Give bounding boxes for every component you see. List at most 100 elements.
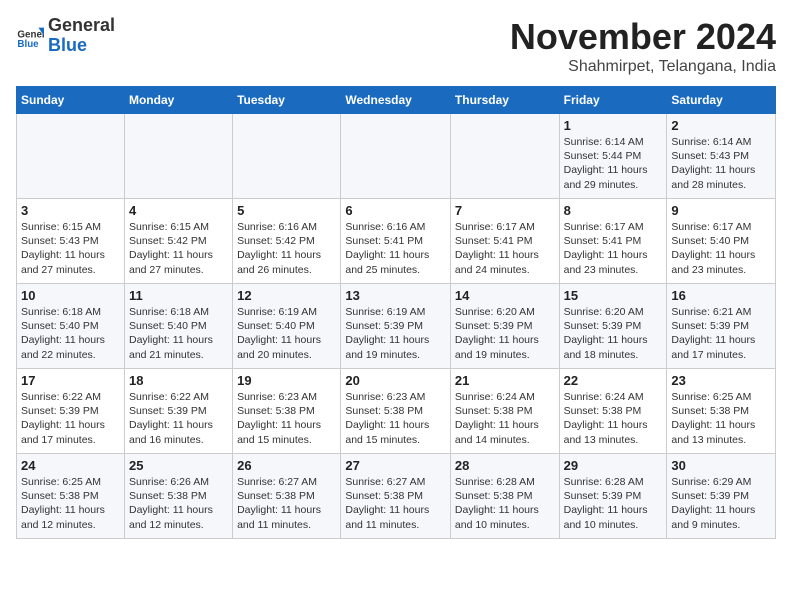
day-number: 27: [345, 458, 446, 473]
day-detail: Sunrise: 6:18 AM Sunset: 5:40 PM Dayligh…: [21, 305, 120, 362]
header-wednesday: Wednesday: [341, 87, 451, 114]
day-number: 19: [237, 373, 336, 388]
calendar-cell: 28 Sunrise: 6:28 AM Sunset: 5:38 PM Dayli…: [450, 454, 559, 539]
day-detail: Sunrise: 6:25 AM Sunset: 5:38 PM Dayligh…: [21, 475, 120, 532]
calendar-week-5: 24 Sunrise: 6:25 AM Sunset: 5:38 PM Dayli…: [17, 454, 776, 539]
day-number: 12: [237, 288, 336, 303]
logo-blue: Blue: [48, 35, 87, 55]
day-number: 8: [564, 203, 663, 218]
header-row: Sunday Monday Tuesday Wednesday Thursday…: [17, 87, 776, 114]
day-detail: Sunrise: 6:14 AM Sunset: 5:44 PM Dayligh…: [564, 135, 663, 192]
day-detail: Sunrise: 6:25 AM Sunset: 5:38 PM Dayligh…: [671, 390, 771, 447]
day-detail: Sunrise: 6:15 AM Sunset: 5:43 PM Dayligh…: [21, 220, 120, 277]
calendar-cell: 1Sunrise: 6:14 AM Sunset: 5:44 PM Daylig…: [559, 114, 667, 199]
day-detail: Sunrise: 6:21 AM Sunset: 5:39 PM Dayligh…: [671, 305, 771, 362]
day-detail: Sunrise: 6:24 AM Sunset: 5:38 PM Dayligh…: [455, 390, 555, 447]
calendar-cell: 3 Sunrise: 6:15 AM Sunset: 5:43 PM Daylig…: [17, 199, 125, 284]
calendar-cell: 29 Sunrise: 6:28 AM Sunset: 5:39 PM Dayli…: [559, 454, 667, 539]
day-detail: Sunrise: 6:29 AM Sunset: 5:39 PM Dayligh…: [671, 475, 771, 532]
day-detail: Sunrise: 6:19 AM Sunset: 5:40 PM Dayligh…: [237, 305, 336, 362]
calendar-cell: 7Sunrise: 6:17 AM Sunset: 5:41 PM Daylig…: [450, 199, 559, 284]
calendar-cell: 9 Sunrise: 6:17 AM Sunset: 5:40 PM Daylig…: [667, 199, 776, 284]
calendar-week-3: 10 Sunrise: 6:18 AM Sunset: 5:40 PM Dayli…: [17, 284, 776, 369]
day-number: 13: [345, 288, 446, 303]
calendar-cell: 22Sunrise: 6:24 AM Sunset: 5:38 PM Dayli…: [559, 369, 667, 454]
day-number: 17: [21, 373, 120, 388]
title-section: November 2024 Shahmirpet, Telangana, Ind…: [510, 16, 776, 76]
day-detail: Sunrise: 6:16 AM Sunset: 5:41 PM Dayligh…: [345, 220, 446, 277]
calendar-cell: 23 Sunrise: 6:25 AM Sunset: 5:38 PM Dayli…: [667, 369, 776, 454]
location: Shahmirpet, Telangana, India: [510, 58, 776, 76]
day-detail: Sunrise: 6:15 AM Sunset: 5:42 PM Dayligh…: [129, 220, 228, 277]
calendar-cell: 27Sunrise: 6:27 AM Sunset: 5:38 PM Dayli…: [341, 454, 451, 539]
calendar-cell: 12 Sunrise: 6:19 AM Sunset: 5:40 PM Dayli…: [233, 284, 341, 369]
calendar-cell: 2 Sunrise: 6:14 AM Sunset: 5:43 PM Daylig…: [667, 114, 776, 199]
calendar-cell: 10 Sunrise: 6:18 AM Sunset: 5:40 PM Dayli…: [17, 284, 125, 369]
day-detail: Sunrise: 6:16 AM Sunset: 5:42 PM Dayligh…: [237, 220, 336, 277]
day-detail: Sunrise: 6:17 AM Sunset: 5:41 PM Dayligh…: [564, 220, 663, 277]
day-number: 16: [671, 288, 771, 303]
header-sunday: Sunday: [17, 87, 125, 114]
day-number: 25: [129, 458, 228, 473]
calendar-week-2: 3 Sunrise: 6:15 AM Sunset: 5:43 PM Daylig…: [17, 199, 776, 284]
day-number: 23: [671, 373, 771, 388]
svg-text:Blue: Blue: [17, 39, 39, 50]
day-detail: Sunrise: 6:22 AM Sunset: 5:39 PM Dayligh…: [129, 390, 228, 447]
day-number: 10: [21, 288, 120, 303]
day-number: 15: [564, 288, 663, 303]
calendar-cell: [450, 114, 559, 199]
day-number: 20: [345, 373, 446, 388]
day-detail: Sunrise: 6:28 AM Sunset: 5:38 PM Dayligh…: [455, 475, 555, 532]
header-saturday: Saturday: [667, 87, 776, 114]
calendar-cell: 6 Sunrise: 6:16 AM Sunset: 5:41 PM Daylig…: [341, 199, 451, 284]
day-number: 11: [129, 288, 228, 303]
day-number: 26: [237, 458, 336, 473]
calendar-cell: [17, 114, 125, 199]
day-detail: Sunrise: 6:14 AM Sunset: 5:43 PM Dayligh…: [671, 135, 771, 192]
day-number: 5: [237, 203, 336, 218]
day-number: 2: [671, 118, 771, 133]
day-detail: Sunrise: 6:23 AM Sunset: 5:38 PM Dayligh…: [345, 390, 446, 447]
header-friday: Friday: [559, 87, 667, 114]
day-number: 6: [345, 203, 446, 218]
calendar-cell: 17 Sunrise: 6:22 AM Sunset: 5:39 PM Dayli…: [17, 369, 125, 454]
calendar-cell: 14 Sunrise: 6:20 AM Sunset: 5:39 PM Dayli…: [450, 284, 559, 369]
logo-wordmark: General Blue: [48, 16, 115, 56]
calendar-cell: [124, 114, 232, 199]
calendar-cell: 18 Sunrise: 6:22 AM Sunset: 5:39 PM Dayli…: [124, 369, 232, 454]
day-detail: Sunrise: 6:26 AM Sunset: 5:38 PM Dayligh…: [129, 475, 228, 532]
day-detail: Sunrise: 6:17 AM Sunset: 5:40 PM Dayligh…: [671, 220, 771, 277]
calendar-cell: 16 Sunrise: 6:21 AM Sunset: 5:39 PM Dayli…: [667, 284, 776, 369]
calendar-cell: 25 Sunrise: 6:26 AM Sunset: 5:38 PM Dayli…: [124, 454, 232, 539]
day-number: 28: [455, 458, 555, 473]
logo-icon: General Blue: [16, 22, 44, 50]
calendar-week-4: 17 Sunrise: 6:22 AM Sunset: 5:39 PM Dayli…: [17, 369, 776, 454]
day-detail: Sunrise: 6:27 AM Sunset: 5:38 PM Dayligh…: [237, 475, 336, 532]
day-number: 30: [671, 458, 771, 473]
day-number: 18: [129, 373, 228, 388]
logo-general: General: [48, 15, 115, 35]
day-detail: Sunrise: 6:20 AM Sunset: 5:39 PM Dayligh…: [455, 305, 555, 362]
day-number: 24: [21, 458, 120, 473]
day-number: 14: [455, 288, 555, 303]
calendar-cell: 11 Sunrise: 6:18 AM Sunset: 5:40 PM Dayli…: [124, 284, 232, 369]
month-title: November 2024: [510, 16, 776, 58]
day-number: 9: [671, 203, 771, 218]
calendar-header: Sunday Monday Tuesday Wednesday Thursday…: [17, 87, 776, 114]
calendar-cell: 13 Sunrise: 6:19 AM Sunset: 5:39 PM Dayli…: [341, 284, 451, 369]
calendar-cell: 4Sunrise: 6:15 AM Sunset: 5:42 PM Daylig…: [124, 199, 232, 284]
calendar-cell: [341, 114, 451, 199]
day-detail: Sunrise: 6:28 AM Sunset: 5:39 PM Dayligh…: [564, 475, 663, 532]
day-number: 21: [455, 373, 555, 388]
day-detail: Sunrise: 6:22 AM Sunset: 5:39 PM Dayligh…: [21, 390, 120, 447]
day-number: 3: [21, 203, 120, 218]
calendar-cell: 21 Sunrise: 6:24 AM Sunset: 5:38 PM Dayli…: [450, 369, 559, 454]
day-detail: Sunrise: 6:17 AM Sunset: 5:41 PM Dayligh…: [455, 220, 555, 277]
day-detail: Sunrise: 6:23 AM Sunset: 5:38 PM Dayligh…: [237, 390, 336, 447]
calendar-table: Sunday Monday Tuesday Wednesday Thursday…: [16, 86, 776, 539]
day-detail: Sunrise: 6:18 AM Sunset: 5:40 PM Dayligh…: [129, 305, 228, 362]
header-thursday: Thursday: [450, 87, 559, 114]
calendar-cell: 26 Sunrise: 6:27 AM Sunset: 5:38 PM Dayli…: [233, 454, 341, 539]
day-number: 29: [564, 458, 663, 473]
day-detail: Sunrise: 6:19 AM Sunset: 5:39 PM Dayligh…: [345, 305, 446, 362]
